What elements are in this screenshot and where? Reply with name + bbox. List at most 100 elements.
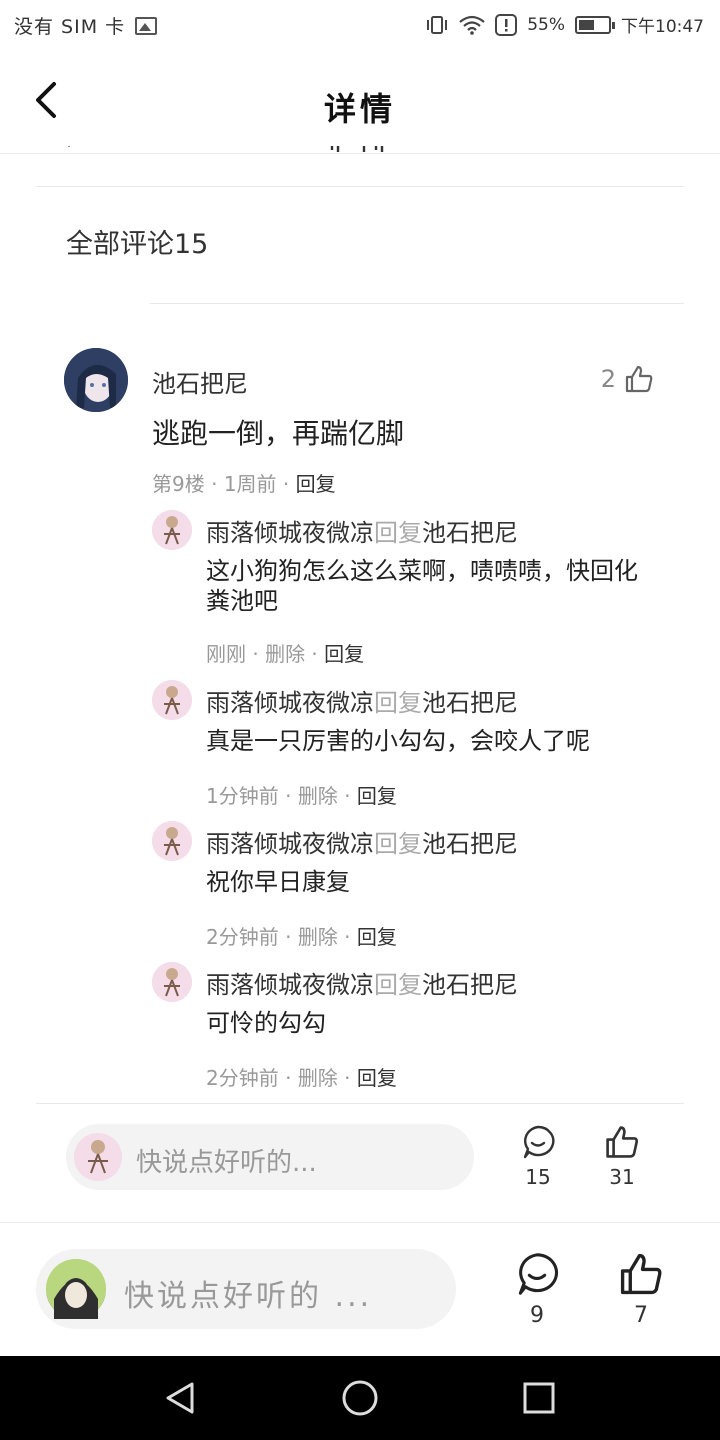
reply-avatar[interactable]: [152, 510, 192, 550]
girl-sticker-avatar-icon: [152, 680, 192, 720]
reply-header: 雨落倾城夜微凉回复池石把尼: [206, 824, 518, 859]
all-comments-heading: 全部评论15: [66, 229, 209, 260]
reply-link[interactable]: 回复: [324, 642, 364, 666]
nav-back-icon[interactable]: [162, 1380, 198, 1416]
app-header: 详情: [0, 50, 720, 154]
reply-time: 刚刚: [206, 642, 246, 666]
girl-sticker-avatar-icon: [152, 962, 192, 1002]
reply-user[interactable]: 雨落倾城夜微凉: [206, 830, 374, 858]
image-notification-icon: [135, 16, 158, 35]
reply-target[interactable]: 池石把尼: [422, 971, 518, 999]
scrolled-header-remnant: [0, 146, 720, 160]
delete-link[interactable]: 删除: [298, 784, 338, 808]
reply-target[interactable]: 池石把尼: [422, 519, 518, 547]
delete-link[interactable]: 删除: [298, 925, 338, 949]
reply-header: 雨落倾城夜微凉回复池石把尼: [206, 683, 518, 718]
reply-link[interactable]: 回复: [296, 472, 336, 496]
comment-input-field[interactable]: 快说点好听的...: [66, 1124, 474, 1190]
reply-target[interactable]: 池石把尼: [422, 689, 518, 717]
reply-user[interactable]: 雨落倾城夜微凉: [206, 519, 374, 547]
clock: 下午10:47: [621, 17, 704, 37]
girl-sticker-avatar-icon: [74, 1133, 122, 1181]
avatar[interactable]: [64, 348, 128, 412]
anime-girl-avatar-icon: [64, 348, 128, 412]
alert-icon: [495, 13, 518, 36]
battery-percent: 55%: [527, 14, 565, 35]
wifi-icon: [459, 15, 485, 35]
reply-meta: 1分钟前 · 删除 · 回复: [206, 784, 397, 808]
comment-time: 1周前: [223, 472, 277, 496]
anime-boy-avatar-icon: [46, 1259, 106, 1319]
thumbs-up-icon: [625, 365, 653, 393]
bottom-comment-button[interactable]: 9: [510, 1251, 564, 1328]
delete-link[interactable]: 删除: [298, 1066, 338, 1090]
bottom-like-count: 7: [634, 1303, 648, 1328]
nav-home-icon[interactable]: [341, 1379, 379, 1417]
comment-input-placeholder: 快说点好听的...: [136, 1148, 317, 1178]
like-count: 31: [609, 1165, 635, 1189]
vibrate-icon: [427, 15, 448, 34]
thumbs-up-icon: [620, 1253, 662, 1295]
bottom-comment-count: 9: [530, 1303, 544, 1328]
ghost-title-fragment: [330, 146, 384, 152]
bottom-like-button[interactable]: 7: [614, 1251, 668, 1328]
comment-bubble-icon: [523, 1125, 555, 1159]
reply-time: 2分钟前: [206, 1066, 279, 1090]
reply-word: 回复: [374, 689, 422, 717]
comment-meta: 第9楼 · 1周前 · 回复: [152, 472, 336, 496]
reply-target[interactable]: 池石把尼: [422, 830, 518, 858]
self-avatar: [46, 1259, 106, 1319]
comment-username[interactable]: 池石把尼: [152, 364, 248, 399]
comment-count-button[interactable]: 15: [512, 1124, 564, 1189]
comment-floor: 第9楼: [152, 472, 205, 496]
reply-text: 真是一只厉害的小勾勾，会咬人了呢: [206, 727, 590, 755]
reply-link[interactable]: 回复: [357, 925, 397, 949]
system-navigation-bar: [0, 1356, 720, 1440]
reply-meta: 刚刚 · 删除 · 回复: [206, 642, 365, 666]
reply-header: 雨落倾城夜微凉回复池石把尼: [206, 513, 518, 548]
nav-recents-icon[interactable]: [522, 1381, 556, 1415]
reply-avatar[interactable]: [152, 962, 192, 1002]
bottom-input-placeholder: 快说点好听的 ...: [124, 1279, 373, 1314]
status-bar: 没有 SIM 卡 55% 下午10:47: [0, 0, 720, 50]
battery-level-fill: [579, 19, 595, 30]
reply-item: 雨落倾城夜微凉回复池石把尼 祝你早日康复 2分钟前 · 删除 · 回复: [152, 821, 672, 951]
reply-item: 雨落倾城夜微凉回复池石把尼 这小狗狗怎么这么菜啊，啧啧啧，快回化粪池吧 刚刚 ·…: [152, 510, 672, 670]
battery-icon: [575, 15, 615, 34]
reply-item: 雨落倾城夜微凉回复池石把尼 可怜的勾勾 2分钟前 · 删除 · 回复: [152, 962, 672, 1092]
reply-user[interactable]: 雨落倾城夜微凉: [206, 689, 374, 717]
reply-user[interactable]: 雨落倾城夜微凉: [206, 971, 374, 999]
reply-link[interactable]: 回复: [357, 784, 397, 808]
reply-word: 回复: [374, 830, 422, 858]
reply-time: 1分钟前: [206, 784, 279, 808]
carrier-text: 没有 SIM 卡: [14, 16, 126, 38]
reply-link[interactable]: 回复: [357, 1066, 397, 1090]
reply-header: 雨落倾城夜微凉回复池石把尼: [206, 965, 518, 1000]
girl-sticker-avatar-icon: [152, 821, 192, 861]
divider: [36, 186, 684, 187]
reply-item: 雨落倾城夜微凉回复池石把尼 真是一只厉害的小勾勾，会咬人了呢 1分钟前 · 删除…: [152, 680, 672, 810]
self-avatar: [74, 1133, 122, 1181]
divider: [36, 1103, 684, 1104]
thumbs-up-icon: [606, 1126, 639, 1158]
reply-text: 祝你早日康复: [206, 868, 350, 896]
ghost-back-icon: [68, 146, 71, 148]
reply-time: 2分钟前: [206, 925, 279, 949]
comment-count: 15: [525, 1165, 551, 1189]
reply-word: 回复: [374, 971, 422, 999]
comment-bubble-icon: [518, 1253, 559, 1295]
comment-like-button[interactable]: 2: [601, 364, 654, 394]
divider: [150, 303, 684, 304]
bottom-comment-input[interactable]: 快说点好听的 ...: [36, 1249, 456, 1329]
like-count-button[interactable]: 31: [596, 1124, 648, 1189]
page-title: 详情: [323, 90, 396, 128]
bottom-action-bar: 快说点好听的 ... 9 7: [0, 1222, 720, 1356]
reply-meta: 2分钟前 · 删除 · 回复: [206, 1066, 397, 1090]
reply-avatar[interactable]: [152, 680, 192, 720]
delete-link[interactable]: 删除: [265, 642, 305, 666]
comment-like-count: 2: [600, 365, 616, 393]
reply-meta: 2分钟前 · 删除 · 回复: [206, 925, 397, 949]
reply-text: 可怜的勾勾: [206, 1009, 326, 1037]
reply-avatar[interactable]: [152, 821, 192, 861]
girl-sticker-avatar-icon: [152, 510, 192, 550]
